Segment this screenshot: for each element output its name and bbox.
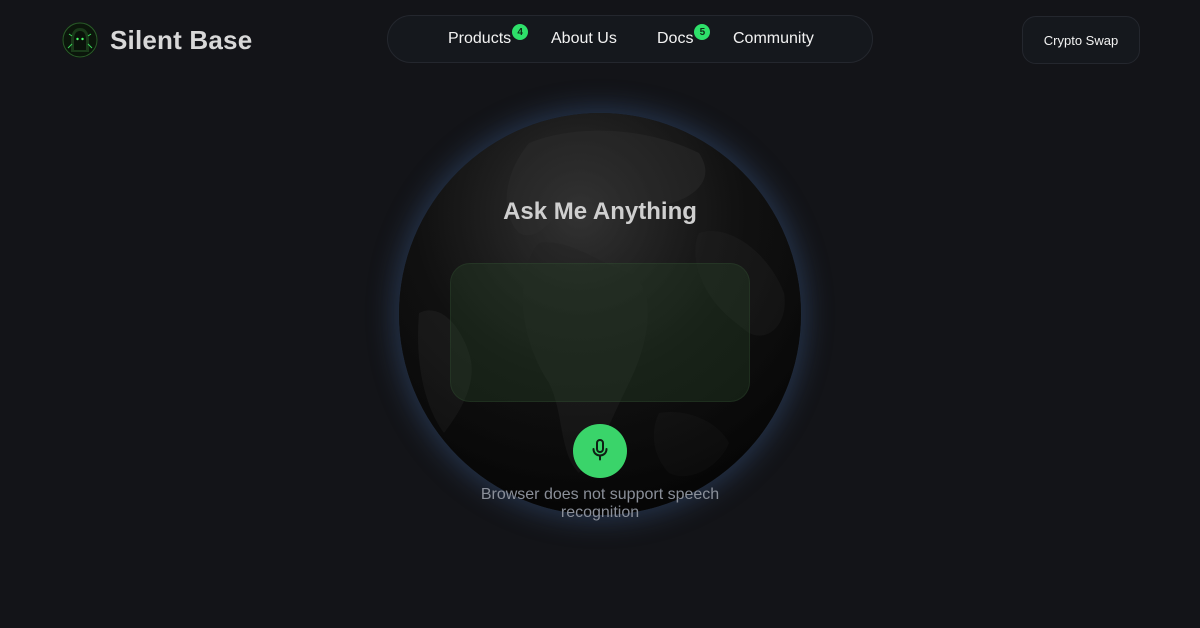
notification-badge: 4 bbox=[512, 24, 529, 40]
nav-item-label: Docs bbox=[657, 30, 694, 47]
crypto-swap-button[interactable]: Crypto Swap bbox=[1022, 16, 1140, 64]
nav-item-community[interactable]: Community bbox=[733, 30, 814, 48]
brand-link[interactable]: Silent Base bbox=[62, 22, 252, 58]
microphone-button[interactable] bbox=[573, 424, 627, 478]
brand-name: Silent Base bbox=[110, 24, 253, 55]
nav-item-label: Products bbox=[448, 30, 512, 47]
nav-item-about-us[interactable]: About Us bbox=[551, 30, 617, 48]
nav-item-products[interactable]: Products 4 bbox=[448, 24, 529, 48]
notification-badge: 5 bbox=[694, 24, 711, 40]
nav-item-label: Community bbox=[733, 30, 814, 47]
speech-status-text: Browser does not support speech recognit… bbox=[480, 486, 720, 521]
nav-item-docs[interactable]: Docs 5 bbox=[657, 24, 711, 48]
page: Silent Base Products 4 About Us Docs 5 C… bbox=[0, 0, 1200, 628]
microphone-icon bbox=[590, 438, 610, 464]
transcript-box[interactable] bbox=[450, 263, 750, 402]
page-title: Ask Me Anything bbox=[503, 198, 697, 225]
main-nav: Products 4 About Us Docs 5 Community bbox=[387, 15, 873, 63]
hooded-figure-icon bbox=[62, 22, 98, 58]
nav-item-label: About Us bbox=[551, 30, 617, 47]
